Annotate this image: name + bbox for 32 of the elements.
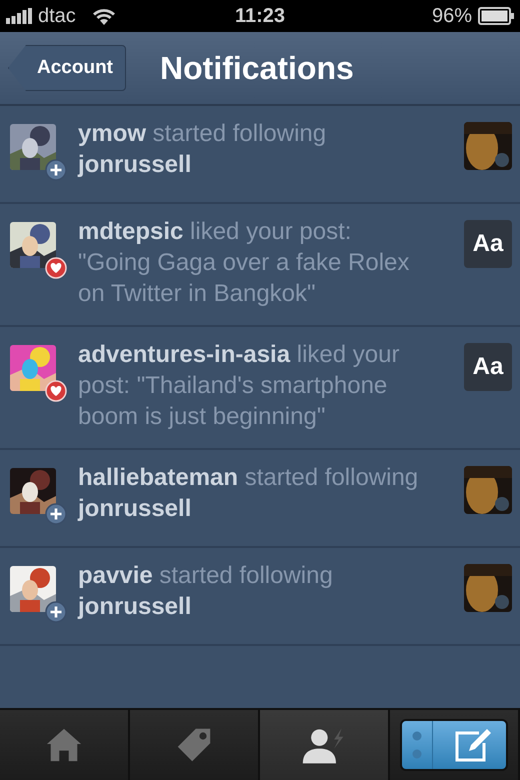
heart-badge-icon (45, 257, 67, 279)
tab-bar-item[interactable] (260, 710, 390, 780)
notification-text: mdtepsic liked your post: "Going Gaga over a fake Rolex on Twitter in Bangkok" (78, 217, 410, 309)
plus-badge-icon (45, 503, 67, 525)
notification-row[interactable]: halliebateman started following jonrussell (0, 450, 520, 548)
compose-icon (453, 727, 493, 763)
compose-button[interactable] (400, 719, 508, 771)
clock-time: 11:23 (234, 4, 286, 28)
notification-text: adventures-in-asia liked your post: "Thailand's smartphone boom is just beginning" (78, 340, 400, 432)
notification-row[interactable]: adventures-in-asia liked your post: "Thailand's smartphone boom is just beginning" Aa (0, 327, 520, 450)
notification-row[interactable]: ymow started following jonrussell (0, 106, 520, 204)
dots-icon (412, 731, 422, 759)
notification-text: halliebateman started following jonrussell (78, 463, 420, 524)
notification-text: pavvie started following jonrussell (78, 561, 334, 622)
notification-row[interactable]: pavvie started following jonrussell (0, 548, 520, 646)
plus-badge-icon (45, 159, 67, 181)
tab-bar-item[interactable] (390, 710, 520, 780)
battery-percent: 96% (432, 4, 472, 28)
notification-row[interactable]: mdtepsic liked your post: "Going Gaga over a fake Rolex on Twitter in Bangkok" Aa (0, 204, 520, 327)
heart-badge-icon (45, 380, 67, 402)
tag-icon (175, 727, 213, 763)
text-post-thumbnail: Aa (464, 343, 512, 391)
plus-badge-icon (45, 601, 67, 623)
back-button[interactable]: Account (8, 45, 126, 91)
text-post-thumbnail: Aa (464, 220, 512, 268)
page-title: Notifications (160, 50, 354, 86)
notification-text: ymow started following jonrussell (78, 119, 328, 180)
carrier-name: dtac (38, 4, 76, 28)
wifi-icon (92, 7, 116, 25)
battery-icon (478, 7, 514, 25)
signal-icon (6, 8, 32, 24)
home-icon (45, 727, 83, 763)
